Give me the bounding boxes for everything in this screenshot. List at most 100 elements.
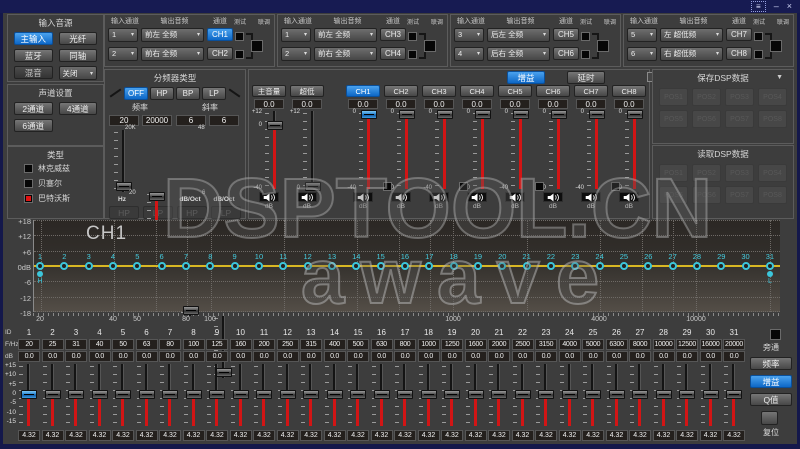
- band-q-value[interactable]: 4.32: [89, 430, 111, 441]
- band-q-value[interactable]: 4.32: [653, 430, 675, 441]
- band-slider-thumb[interactable]: [515, 390, 531, 399]
- band-q-value[interactable]: 4.32: [253, 430, 275, 441]
- band-slider-3[interactable]: [65, 364, 87, 426]
- band-q-value[interactable]: 4.32: [606, 430, 628, 441]
- band-q-value[interactable]: 4.32: [465, 430, 487, 441]
- band-freq-value[interactable]: 25: [42, 339, 64, 350]
- 6ch-button[interactable]: 6通道: [14, 119, 53, 132]
- band-slider-17[interactable]: [394, 364, 416, 426]
- band-q-value[interactable]: 4.32: [230, 430, 252, 441]
- band-slider-8[interactable]: [183, 364, 205, 426]
- band-freq-value[interactable]: 125: [206, 339, 228, 350]
- band-freq-value[interactable]: 40: [89, 339, 111, 350]
- test-checkbox[interactable]: [235, 50, 244, 59]
- band-slider-15[interactable]: [347, 364, 369, 426]
- band-slider-14[interactable]: [324, 364, 346, 426]
- band-slider-thumb[interactable]: [491, 390, 507, 399]
- eq-point-31[interactable]: [766, 262, 774, 270]
- slider-thumb[interactable]: [305, 182, 321, 191]
- strip-button-CH3[interactable]: CH3: [422, 85, 456, 97]
- close-icon[interactable]: ×: [787, 2, 792, 11]
- band-slider-29[interactable]: [676, 364, 698, 426]
- channel-button-ch3[interactable]: CH3: [380, 28, 406, 41]
- bluetooth-button[interactable]: 蓝牙: [14, 49, 53, 62]
- slider-thumb[interactable]: [216, 368, 232, 377]
- strip-slider[interactable]: [547, 111, 570, 189]
- output-audio-select[interactable]: 前右 全频▾: [141, 47, 204, 61]
- band-q-value[interactable]: 4.32: [559, 430, 581, 441]
- channel-button-ch2[interactable]: CH2: [207, 47, 233, 60]
- test-checkbox[interactable]: [408, 32, 417, 41]
- band-slider-31[interactable]: [723, 364, 745, 426]
- band-db-value[interactable]: 0.0: [89, 351, 111, 362]
- band-slider-10[interactable]: [230, 364, 252, 426]
- band-slider-thumb[interactable]: [256, 390, 272, 399]
- mute-button[interactable]: [467, 192, 487, 202]
- band-slider-4[interactable]: [89, 364, 111, 426]
- band-slider-thumb[interactable]: [209, 390, 225, 399]
- input-channel-select[interactable]: 6▾: [627, 47, 657, 61]
- eq-point-3[interactable]: [85, 262, 93, 270]
- band-db-value[interactable]: 0.0: [324, 351, 346, 362]
- mute-button[interactable]: [619, 192, 639, 202]
- band-slider-thumb[interactable]: [162, 390, 178, 399]
- strip-button-CH1[interactable]: CH1: [346, 85, 380, 97]
- band-slider-thumb[interactable]: [327, 390, 343, 399]
- channel-button-ch7[interactable]: CH7: [726, 28, 752, 41]
- band-q-value[interactable]: 4.32: [300, 430, 322, 441]
- band-db-value[interactable]: 0.0: [300, 351, 322, 362]
- crossover-mode-bp[interactable]: BP: [176, 87, 200, 100]
- band-slider-thumb[interactable]: [726, 390, 742, 399]
- slider-thumb[interactable]: [183, 306, 199, 315]
- eq-point-15[interactable]: [377, 262, 385, 270]
- slider-thumb[interactable]: [361, 110, 377, 119]
- strip-button-CH2[interactable]: CH2: [384, 85, 418, 97]
- band-q-value[interactable]: 4.32: [488, 430, 510, 441]
- band-freq-value[interactable]: 315: [300, 339, 322, 350]
- band-slider-18[interactable]: [418, 364, 440, 426]
- output-audio-select[interactable]: 右 超低频▾: [660, 47, 723, 61]
- output-audio-select[interactable]: 后右 全频▾: [487, 47, 550, 61]
- band-db-value[interactable]: 0.0: [606, 351, 628, 362]
- band-slider-thumb[interactable]: [68, 390, 84, 399]
- link-checkbox[interactable]: [770, 40, 782, 52]
- mute-button[interactable]: [391, 192, 411, 202]
- pair-link-checkbox[interactable]: [611, 182, 620, 191]
- band-freq-value[interactable]: 50: [112, 339, 134, 350]
- strip-value[interactable]: 0.0: [424, 99, 454, 109]
- strip-button-CH7[interactable]: CH7: [574, 85, 608, 97]
- band-slider-thumb[interactable]: [397, 390, 413, 399]
- freq-mode-button[interactable]: 频率: [750, 357, 792, 370]
- band-freq-value[interactable]: 630: [371, 339, 393, 350]
- mix-state-dropdown[interactable]: 关闭 ▾: [59, 66, 98, 80]
- strip-button-CH4[interactable]: CH4: [460, 85, 494, 97]
- band-slider-thumb[interactable]: [421, 390, 437, 399]
- band-db-value[interactable]: 0.0: [277, 351, 299, 362]
- strip-slider[interactable]: [471, 111, 494, 189]
- band-q-value[interactable]: 4.32: [394, 430, 416, 441]
- band-db-value[interactable]: 0.0: [42, 351, 64, 362]
- test-checkbox[interactable]: [408, 50, 417, 59]
- strip-value[interactable]: 0.0: [348, 99, 378, 109]
- link-checkbox[interactable]: [251, 40, 263, 52]
- band-db-value[interactable]: 0.0: [112, 351, 134, 362]
- band-db-value[interactable]: 0.0: [394, 351, 416, 362]
- pair-link-checkbox[interactable]: [383, 182, 392, 191]
- band-db-value[interactable]: 0.0: [159, 351, 181, 362]
- eq-point-6[interactable]: [158, 262, 166, 270]
- mute-button[interactable]: [543, 192, 563, 202]
- strip-button-主音量[interactable]: 主音量: [252, 85, 286, 97]
- eq-point-8[interactable]: [206, 262, 214, 270]
- eq-point-29[interactable]: [717, 262, 725, 270]
- band-freq-value[interactable]: 12500: [676, 339, 698, 350]
- band-freq-value[interactable]: 2500: [512, 339, 534, 350]
- eq-point-13[interactable]: [328, 262, 336, 270]
- band-slider-11[interactable]: [253, 364, 275, 426]
- strip-slider[interactable]: [623, 111, 646, 189]
- band-slider-thumb[interactable]: [280, 390, 296, 399]
- band-db-value[interactable]: 0.0: [253, 351, 275, 362]
- output-audio-select[interactable]: 后左 全频▾: [487, 28, 550, 42]
- strip-button-超低[interactable]: 超低: [290, 85, 324, 97]
- gain-mode-button[interactable]: 增益: [750, 375, 792, 388]
- input-channel-select[interactable]: 1▾: [108, 28, 138, 42]
